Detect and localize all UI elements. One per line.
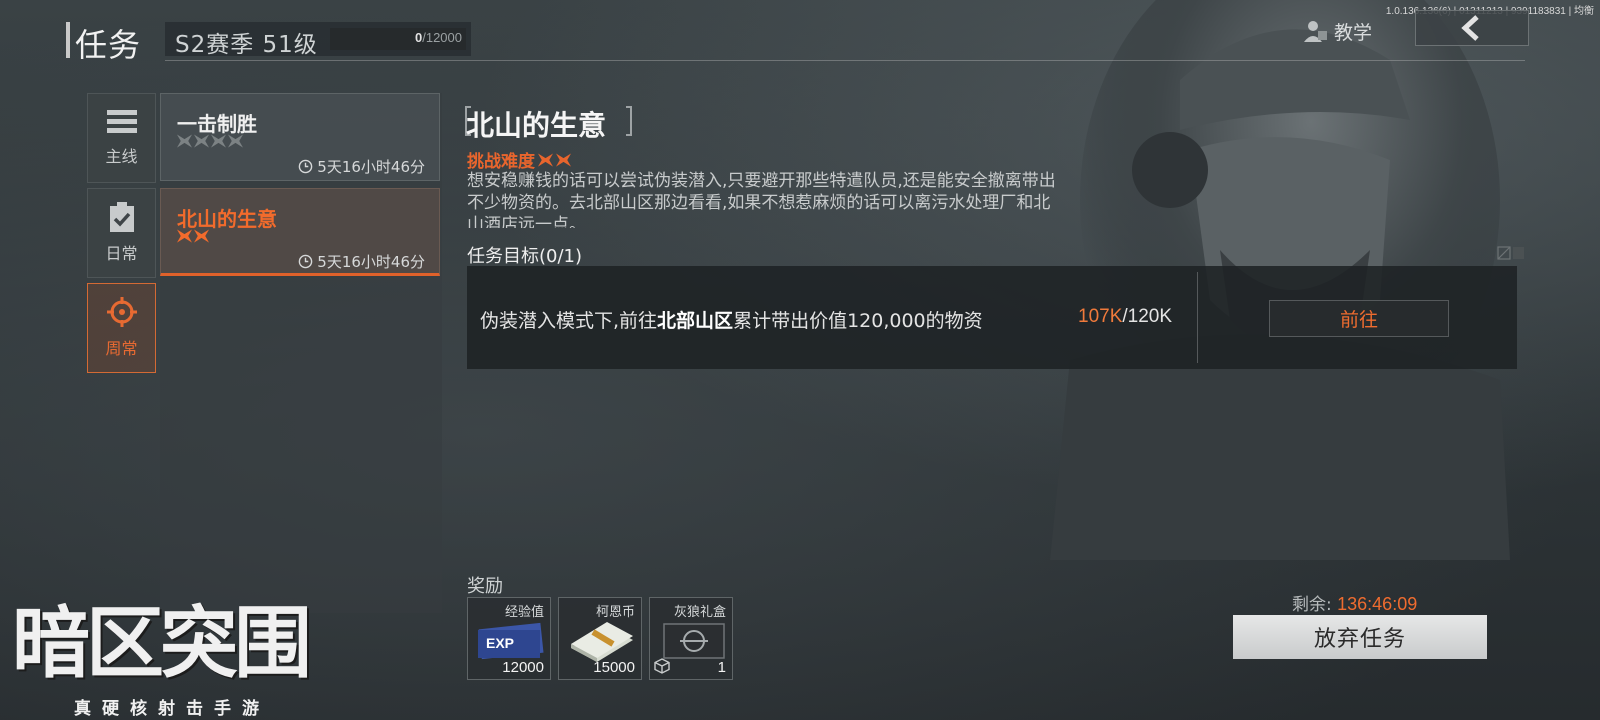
quest-timer: 5天16小时46分 xyxy=(298,156,425,177)
clipboard-check-icon xyxy=(109,202,134,232)
objective-divider xyxy=(1197,272,1198,363)
quest-stars xyxy=(177,134,243,148)
game-logo: 暗区突围 真硬核射击手游 xyxy=(10,602,362,720)
quest-timer-text: 5天16小时46分 xyxy=(317,253,425,271)
cash-stack-icon xyxy=(571,622,633,662)
reward-item-giftbox[interactable]: 灰狼礼盒 1 xyxy=(649,597,733,680)
star-dim-icon xyxy=(177,134,192,148)
list-icon xyxy=(106,110,137,133)
cube-icon xyxy=(654,658,670,674)
reward-item-coin[interactable]: 柯恩币 15000 xyxy=(558,597,642,680)
quest-description: 想安稳赚钱的话可以尝试伪装潜入,只要避开那些特遣队员,还是能安全撤离带出不少物资… xyxy=(467,171,1056,228)
reward-count: 12000 xyxy=(502,659,544,676)
goto-button[interactable]: 前往 xyxy=(1269,300,1449,337)
star-dim-icon xyxy=(194,134,209,148)
chevron-left-icon xyxy=(1461,15,1479,41)
tutorial-label: 教学 xyxy=(1334,21,1373,44)
tutorial-button[interactable]: 教学 xyxy=(1302,17,1372,45)
objective-text: 伪装潜入模式下,前往北部山区累计带出价值120,000的物资 xyxy=(480,306,983,333)
star-lit-icon xyxy=(556,152,571,167)
star-lit-icon xyxy=(177,229,192,243)
category-tab-main[interactable]: 主线 xyxy=(87,93,156,183)
progress-current: 107K xyxy=(1078,306,1123,327)
quest-item-2[interactable]: 北山的生意 5天16小时46分 xyxy=(160,188,440,276)
quest-item-1[interactable]: 一击制胜 5天16小时46分 xyxy=(160,93,440,181)
quest-name: 北山的生意 xyxy=(177,207,277,231)
reward-count: 15000 xyxy=(593,659,635,676)
objective-progress: 107K/120K xyxy=(1078,306,1172,328)
header-divider xyxy=(165,60,1525,61)
star-lit-icon xyxy=(194,229,209,243)
season-exp-max: /12000 xyxy=(422,30,462,45)
quest-detail-title: 北山的生意 xyxy=(466,109,607,142)
category-tab-label: 主线 xyxy=(105,147,138,166)
title-bracket-right xyxy=(626,106,632,136)
quest-name: 一击制胜 xyxy=(177,112,257,136)
difficulty-label: 挑战难度 xyxy=(467,152,535,172)
gift-case-icon xyxy=(663,623,725,659)
remaining-time: 剩余: 136:46:09 xyxy=(1292,590,1417,615)
logo-main-text: 暗区突围 xyxy=(12,599,312,689)
clock-icon xyxy=(298,159,313,174)
abandon-quest-button[interactable]: 放弃任务 xyxy=(1233,615,1487,659)
user-teach-icon xyxy=(1304,21,1327,42)
crosshair-icon xyxy=(106,297,137,327)
quest-timer: 5天16小时46分 xyxy=(298,251,425,272)
page-title: 任务 xyxy=(75,26,142,64)
reward-count: 1 xyxy=(717,659,726,676)
objective-place: 北部山区 xyxy=(657,310,734,332)
star-lit-icon xyxy=(538,152,553,167)
logo-sub-text: 真硬核射击手游 xyxy=(74,699,270,719)
remaining-time-value: 136:46:09 xyxy=(1337,594,1418,614)
category-tab-label: 周常 xyxy=(105,339,138,358)
svg-text:EXP: EXP xyxy=(486,635,514,651)
season-level-label: S2赛季 51级 xyxy=(175,32,318,58)
difficulty-row: 挑战难度 xyxy=(467,147,571,172)
season-exp-text: 0/12000 xyxy=(330,30,462,45)
objective-suffix: 累计带出价值120,000的物资 xyxy=(733,310,983,332)
mute-icon xyxy=(1497,246,1524,260)
star-dim-icon xyxy=(211,134,226,148)
exp-card-icon: EXP xyxy=(478,622,544,660)
clock-icon xyxy=(298,254,313,269)
objective-prefix: 伪装潜入模式下,前往 xyxy=(480,310,658,332)
category-tab-daily[interactable]: 日常 xyxy=(87,188,156,278)
category-tab-label: 日常 xyxy=(105,244,138,263)
title-accent-bar xyxy=(66,22,70,58)
quest-stars xyxy=(177,229,209,243)
star-dim-icon xyxy=(228,134,243,148)
reward-item-exp[interactable]: 经验值 EXP 12000 xyxy=(467,597,551,680)
progress-target: /120K xyxy=(1122,306,1173,327)
rewards-title: 奖励 xyxy=(467,576,503,597)
objective-title: 任务目标(0/1) xyxy=(467,246,583,267)
quest-timer-text: 5天16小时46分 xyxy=(317,158,425,176)
remaining-label: 剩余: xyxy=(1292,595,1332,615)
category-tab-weekly[interactable]: 周常 xyxy=(87,283,156,373)
back-button[interactable] xyxy=(1415,10,1529,46)
